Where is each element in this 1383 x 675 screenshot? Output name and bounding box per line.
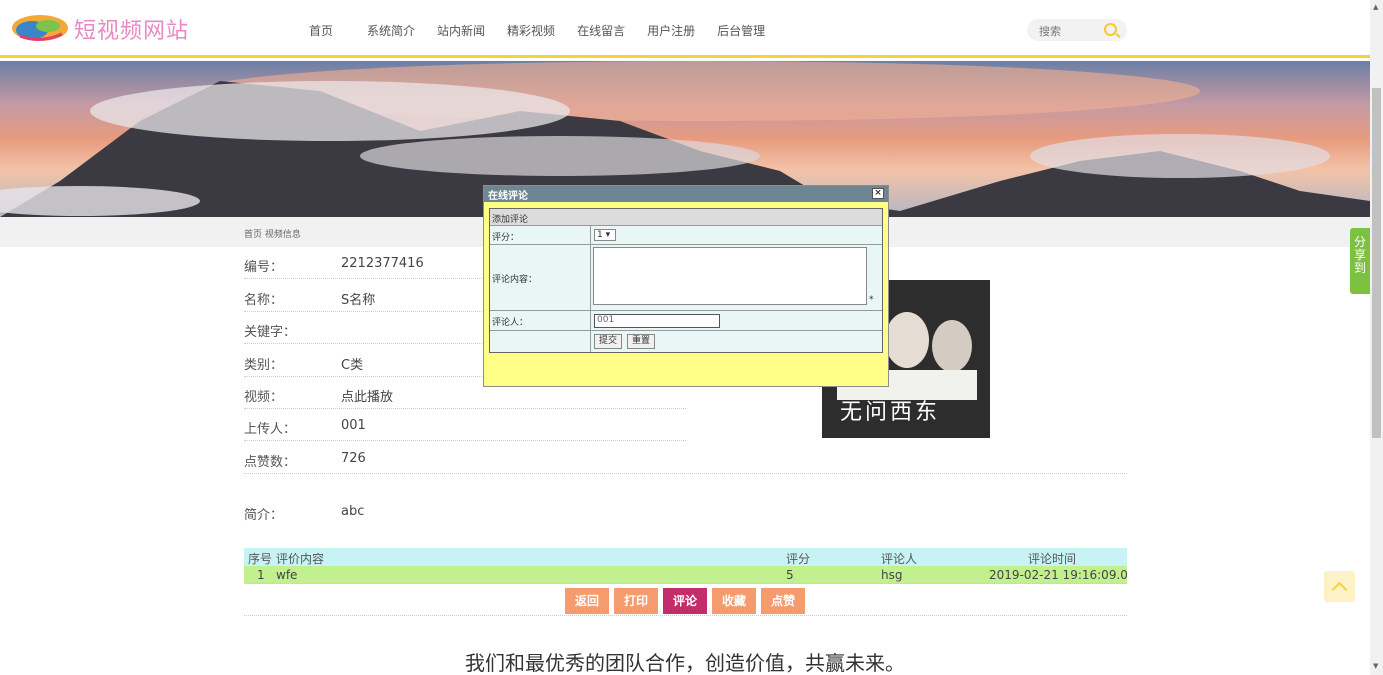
search-icon[interactable] — [1104, 23, 1117, 36]
col-time: 评论时间 — [1028, 552, 1077, 566]
like-button[interactable]: 点赞 — [761, 588, 806, 614]
detail-label: 关键字： — [244, 325, 297, 340]
detail-label: 视频： — [244, 390, 284, 405]
detail-label: 编号： — [244, 260, 284, 275]
detail-value: C类 — [341, 358, 364, 373]
cell-score: 5 — [786, 568, 794, 582]
detail-value: abc — [341, 504, 365, 519]
search-box[interactable]: 搜索 — [1027, 19, 1127, 41]
poster-title: 无问西东 — [840, 400, 941, 425]
nav-home[interactable]: 首页 — [309, 22, 333, 39]
cell-no: 1 — [257, 568, 265, 582]
scroll-up-icon[interactable]: ▲ — [1373, 3, 1378, 11]
nav-admin[interactable]: 后台管理 — [717, 22, 765, 39]
cell-user: hsg — [881, 568, 903, 582]
nav-about[interactable]: 系统简介 — [367, 22, 415, 39]
detail-value: S名称 — [341, 293, 376, 308]
nav-news[interactable]: 站内新闻 — [437, 22, 485, 39]
site-header: 短视频网站 首页 系统简介 站内新闻 精彩视频 在线留言 用户注册 后台管理 搜… — [0, 0, 1370, 58]
action-buttons: 返回 打印 评论 收藏 点赞 — [565, 588, 810, 614]
col-score: 评分 — [786, 552, 811, 566]
back-to-top-icon[interactable] — [1324, 571, 1355, 602]
footer-slogan: 我们和最优秀的团队合作，创造价值，共赢未来。 — [465, 651, 905, 675]
form-section-header: 添加评论 — [490, 209, 882, 226]
dialog-titlebar[interactable]: 在线评论 × — [484, 186, 888, 202]
detail-label: 名称： — [244, 293, 284, 308]
comment-form: 添加评论 评分： 1 ▾ 评论内容： * 评论人： 001 提交 重置 — [489, 208, 883, 353]
page-scrollbar[interactable]: ▲ ▼ — [1370, 0, 1383, 675]
cell-time: 2019-02-21 19:16:09.0 — [989, 568, 1128, 582]
nav-guestbook[interactable]: 在线留言 — [577, 22, 625, 39]
play-video-link[interactable]: 点此播放 — [341, 386, 393, 405]
share-label: 分享到 — [1353, 235, 1366, 275]
logo-icon — [10, 12, 72, 46]
detail-value: 2212377416 — [341, 256, 424, 271]
close-icon[interactable]: × — [872, 188, 884, 199]
main-nav: 首页 系统简介 站内新闻 精彩视频 在线留言 用户注册 后台管理 — [309, 22, 787, 39]
site-name: 短视频网站 — [74, 19, 190, 44]
user-label: 评论人： — [492, 318, 529, 328]
site-logo[interactable]: 短视频网站 — [10, 12, 189, 46]
col-user: 评论人 — [881, 552, 918, 566]
scroll-down-icon[interactable]: ▼ — [1373, 662, 1378, 670]
reset-button[interactable]: 重置 — [627, 334, 656, 349]
table-header: 序号 评价内容 评分 评论人 评论时间 — [244, 548, 1127, 566]
required-mark: * — [869, 295, 874, 305]
comment-dialog: 在线评论 × 添加评论 评分： 1 ▾ 评论内容： * 评论人： 001 提交 … — [483, 185, 889, 387]
detail-label: 类别： — [244, 358, 284, 373]
favorite-button[interactable]: 收藏 — [712, 588, 757, 614]
search-input[interactable]: 搜索 — [1039, 23, 1061, 39]
content-label: 评论内容： — [492, 275, 538, 285]
detail-value: 726 — [341, 451, 366, 466]
dialog-title: 在线评论 — [488, 191, 528, 202]
form-row-user: 评论人： 001 — [490, 311, 882, 331]
form-row-score: 评分： 1 ▾ — [490, 226, 882, 245]
comment-table: 序号 评价内容 评分 评论人 评论时间 1 wfe 5 hsg 2019-02-… — [244, 548, 1128, 584]
form-section-title: 添加评论 — [492, 215, 529, 225]
back-button[interactable]: 返回 — [565, 588, 610, 614]
submit-button[interactable]: 提交 — [594, 334, 623, 349]
detail-label: 简介： — [244, 508, 284, 523]
detail-label: 点赞数： — [244, 455, 297, 470]
table-row: 1 wfe 5 hsg 2019-02-21 19:16:09.0 — [244, 566, 1128, 584]
score-select[interactable]: 1 ▾ — [594, 229, 616, 241]
detail-value: 001 — [341, 418, 366, 433]
col-no: 序号 — [248, 552, 273, 566]
print-button[interactable]: 打印 — [614, 588, 659, 614]
user-input[interactable]: 001 — [594, 314, 720, 328]
breadcrumb[interactable]: 首页 视频信息 — [244, 227, 301, 240]
detail-row-intro: 简介： abc — [244, 474, 1127, 544]
nav-register[interactable]: 用户注册 — [647, 22, 695, 39]
form-row-actions: 提交 重置 — [490, 331, 882, 352]
scrollbar-thumb[interactable] — [1372, 88, 1381, 438]
nav-videos[interactable]: 精彩视频 — [507, 22, 555, 39]
comment-button[interactable]: 评论 — [663, 588, 708, 614]
divider — [244, 615, 1127, 616]
form-row-content: 评论内容： * — [490, 245, 882, 311]
col-content: 评价内容 — [276, 552, 325, 566]
content-textarea[interactable] — [593, 247, 867, 305]
detail-row-uploader: 上传人： 001 — [244, 409, 686, 441]
detail-label: 上传人： — [244, 422, 297, 437]
detail-row-likes: 点赞数： 726 — [244, 442, 1127, 474]
cell-content: wfe — [276, 568, 298, 582]
share-tab[interactable]: 分享到 — [1350, 228, 1370, 294]
score-label: 评分： — [492, 233, 520, 243]
